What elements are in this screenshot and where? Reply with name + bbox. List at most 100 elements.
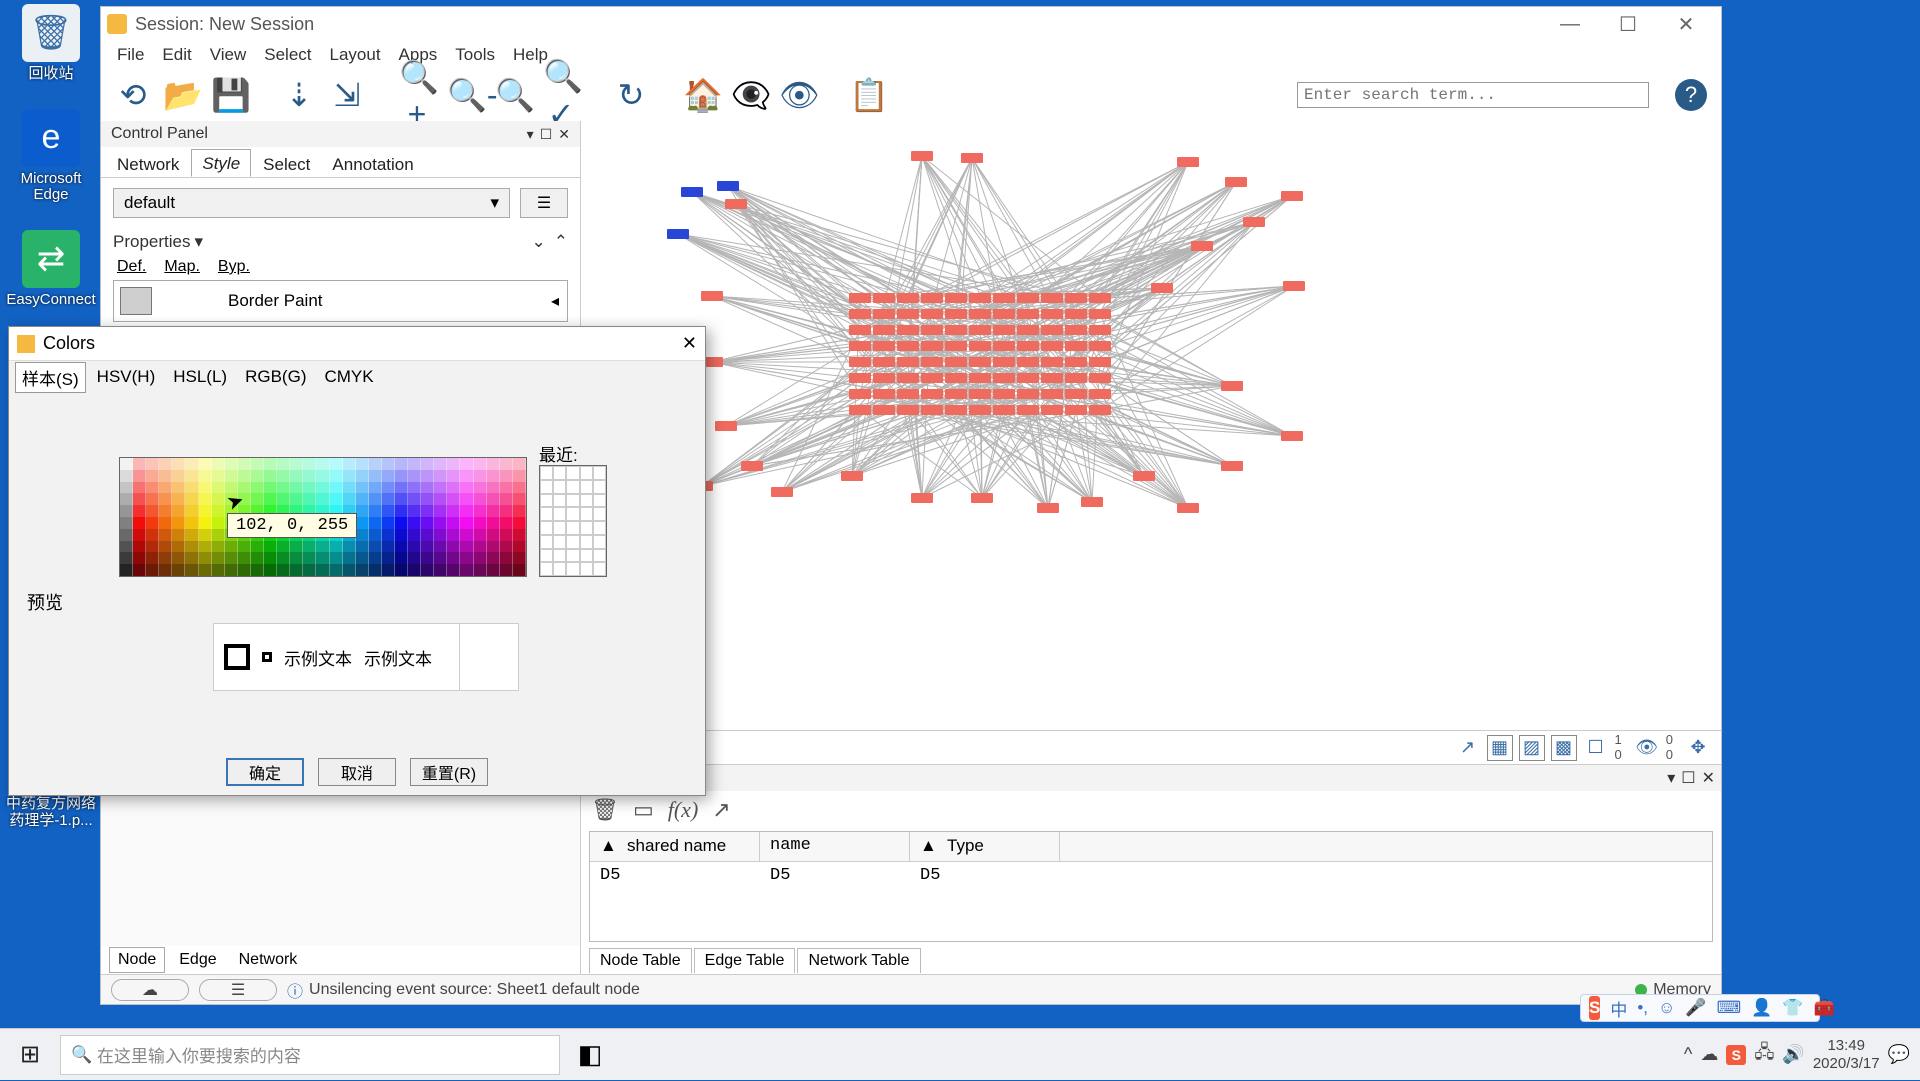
network-node[interactable] — [1089, 373, 1111, 383]
network-node[interactable] — [1133, 471, 1155, 481]
tab-hsl[interactable]: HSL(L) — [166, 364, 234, 390]
taskbar-search[interactable]: 🔍 在这里输入你要搜索的内容 — [60, 1035, 560, 1075]
desktop-recycle-bin[interactable]: 🗑 回收站 — [6, 4, 96, 83]
network-node[interactable] — [1041, 341, 1063, 351]
network-node[interactable] — [681, 187, 703, 197]
network-node[interactable] — [945, 373, 967, 383]
cloud-button[interactable]: ☁ — [111, 979, 189, 1001]
network-node[interactable] — [1017, 309, 1039, 319]
grid-tool-2-icon[interactable]: ▨ — [1519, 735, 1545, 761]
network-node[interactable] — [1089, 405, 1111, 415]
tp-float-icon[interactable]: ☐ — [1681, 768, 1695, 788]
network-node[interactable] — [771, 487, 793, 497]
network-node[interactable] — [993, 293, 1015, 303]
network-node[interactable] — [945, 325, 967, 335]
network-node[interactable] — [873, 309, 895, 319]
network-node[interactable] — [1017, 325, 1039, 335]
ok-button[interactable]: 确定 — [226, 758, 304, 786]
network-node[interactable] — [921, 405, 943, 415]
network-node[interactable] — [921, 389, 943, 399]
cp-float-icon[interactable]: ☐ — [540, 126, 553, 143]
maximize-button[interactable]: ☐ — [1599, 7, 1657, 41]
tray-volume-icon[interactable]: 🔊 — [1782, 1044, 1804, 1065]
network-node[interactable] — [897, 309, 919, 319]
network-node[interactable] — [969, 309, 991, 319]
network-node[interactable] — [873, 293, 895, 303]
network-node[interactable] — [897, 341, 919, 351]
network-node[interactable] — [1017, 341, 1039, 351]
network-node[interactable] — [1089, 389, 1111, 399]
menu-file[interactable]: File — [109, 43, 152, 67]
minimize-button[interactable]: — — [1541, 7, 1599, 41]
dialog-close-icon[interactable]: ✕ — [682, 333, 697, 354]
network-node[interactable] — [1243, 217, 1265, 227]
desktop-edge[interactable]: e Microsoft Edge — [6, 109, 96, 204]
ime-mic-icon[interactable]: 🎤 — [1685, 998, 1706, 1018]
sort-icon[interactable]: ▲ — [920, 836, 937, 855]
import-table-icon[interactable]: ⇲ — [329, 76, 365, 114]
reset-button[interactable]: 重置(R) — [410, 758, 488, 786]
taskview-icon[interactable]: ◧ — [561, 1031, 619, 1079]
tab-network-table[interactable]: Network Table — [797, 948, 920, 973]
subtab-network[interactable]: Network — [231, 948, 306, 972]
tab-edge-table[interactable]: Edge Table — [694, 948, 796, 973]
open-icon[interactable]: 📂 — [163, 76, 199, 114]
function-icon[interactable]: f(x) — [668, 797, 699, 823]
network-node[interactable] — [849, 309, 871, 319]
dialog-titlebar[interactable]: Colors ✕ — [9, 327, 705, 361]
tray-sogou-icon[interactable]: S — [1726, 1045, 1746, 1065]
network-node[interactable] — [1089, 293, 1111, 303]
tray-onedrive-icon[interactable]: ☁ — [1700, 1044, 1718, 1065]
cancel-button[interactable]: 取消 — [318, 758, 396, 786]
network-node[interactable] — [897, 389, 919, 399]
network-node[interactable] — [969, 389, 991, 399]
network-node[interactable] — [1041, 325, 1063, 335]
network-node[interactable] — [1065, 341, 1087, 351]
zoom-fit-icon[interactable]: 🔍 — [495, 76, 531, 114]
network-node[interactable] — [849, 405, 871, 415]
network-node[interactable] — [969, 357, 991, 367]
style-preset-dropdown[interactable]: default ▾ — [113, 188, 510, 218]
clipboard-icon[interactable]: 📋 — [849, 76, 885, 114]
cp-close-icon[interactable]: ✕ — [558, 126, 570, 143]
network-node[interactable] — [969, 325, 991, 335]
hide-icon[interactable]: 👁‍🗨 — [731, 76, 767, 114]
show-icon[interactable]: 👁 — [779, 76, 815, 114]
start-button[interactable]: ⊞ — [0, 1029, 60, 1081]
network-node[interactable] — [1065, 389, 1087, 399]
network-node[interactable] — [921, 341, 943, 351]
network-node[interactable] — [717, 181, 739, 191]
network-node[interactable] — [945, 293, 967, 303]
network-node[interactable] — [1065, 309, 1087, 319]
visibility-icon[interactable]: 👁 — [1634, 735, 1660, 761]
desktop-easyconnect[interactable]: ⇄ EasyConnect — [6, 230, 96, 309]
network-node[interactable] — [1177, 503, 1199, 513]
network-node[interactable] — [993, 325, 1015, 335]
network-node[interactable] — [945, 341, 967, 351]
network-node[interactable] — [849, 325, 871, 335]
tp-close-icon[interactable]: ✕ — [1702, 768, 1715, 788]
network-node[interactable] — [993, 389, 1015, 399]
network-node[interactable] — [921, 325, 943, 335]
network-node[interactable] — [945, 405, 967, 415]
expand-arrow-icon[interactable]: ◂ — [543, 291, 567, 311]
network-node[interactable] — [1089, 325, 1111, 335]
network-node[interactable] — [993, 341, 1015, 351]
network-node[interactable] — [1017, 389, 1039, 399]
network-canvas[interactable] — [581, 121, 1721, 730]
property-border-paint[interactable]: Border Paint ◂ — [113, 280, 568, 322]
menu-edit[interactable]: Edit — [154, 43, 199, 67]
network-node[interactable] — [1221, 461, 1243, 471]
tray-chevron-icon[interactable]: ^ — [1684, 1044, 1692, 1065]
color-swatch[interactable] — [120, 287, 152, 315]
network-node[interactable] — [1065, 357, 1087, 367]
network-node[interactable] — [873, 341, 895, 351]
network-node[interactable] — [1221, 381, 1243, 391]
network-node[interactable] — [1017, 293, 1039, 303]
grid-tool-3-icon[interactable]: ▩ — [1551, 735, 1577, 761]
network-node[interactable] — [667, 229, 689, 239]
network-node[interactable] — [1065, 405, 1087, 415]
network-node[interactable] — [921, 309, 943, 319]
network-node[interactable] — [1191, 241, 1213, 251]
network-node[interactable] — [971, 493, 993, 503]
